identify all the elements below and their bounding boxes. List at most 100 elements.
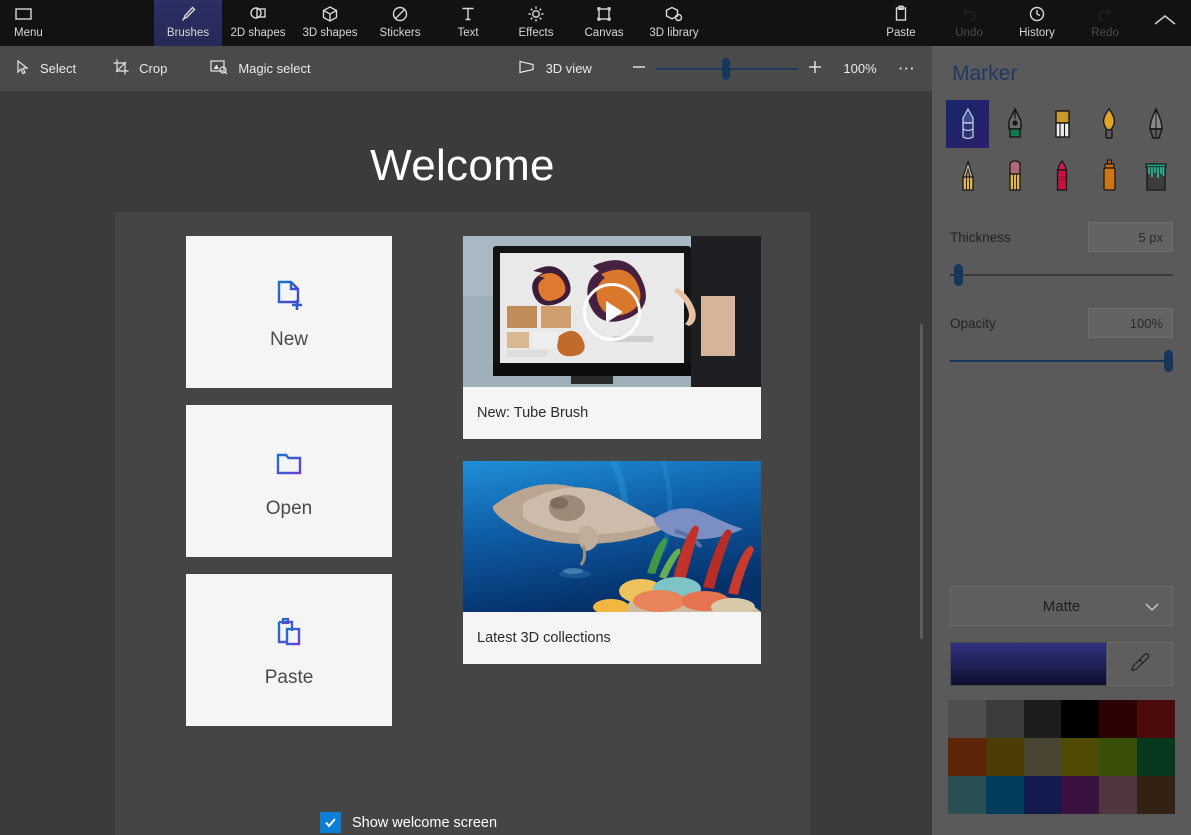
3d-view-icon: [517, 58, 537, 79]
brush-watercolor-brush[interactable]: [1134, 100, 1177, 148]
color-swatch[interactable]: [948, 700, 986, 738]
redo-button[interactable]: Redo: [1071, 0, 1139, 46]
play-button[interactable]: [583, 282, 641, 341]
chevron-down-icon: [1144, 600, 1160, 617]
opacity-slider-handle[interactable]: [1164, 350, 1173, 372]
color-swatch[interactable]: [948, 738, 986, 776]
undo-icon: [959, 3, 979, 25]
magic-select-tool[interactable]: Magic select: [197, 46, 322, 91]
zoom-percentage[interactable]: 100%: [832, 61, 888, 76]
tab-3d-shapes[interactable]: 3D shapes: [294, 0, 366, 46]
tab-effects[interactable]: Effects: [502, 0, 570, 46]
show-welcome-screen-row[interactable]: Show welcome screen: [320, 812, 497, 833]
welcome-columns: New Open Paste New: Tube Brush Latest 3D…: [115, 212, 810, 726]
tab-canvas[interactable]: Canvas: [570, 0, 638, 46]
ellipsis-icon[interactable]: ⋯: [888, 46, 926, 91]
2d-shapes-icon: [247, 3, 269, 25]
opacity-row: Opacity 100%: [932, 308, 1191, 338]
eyedropper-button[interactable]: [1107, 642, 1173, 686]
collapse-ribbon-button[interactable]: [1139, 0, 1191, 46]
thickness-slider-handle[interactable]: [954, 264, 963, 286]
play-triangle-icon: [606, 300, 623, 323]
color-swatch[interactable]: [1023, 738, 1062, 776]
tab-stickers[interactable]: Stickers: [366, 0, 434, 46]
paste-card-button[interactable]: Paste: [186, 574, 392, 726]
color-swatch[interactable]: [1061, 738, 1100, 776]
opacity-slider[interactable]: [950, 350, 1173, 372]
color-swatch[interactable]: [985, 776, 1024, 814]
color-swatch[interactable]: [1099, 776, 1138, 814]
tab-label: Text: [457, 27, 479, 39]
zoom-slider-handle[interactable]: [722, 58, 730, 80]
video-thumbnail[interactable]: [463, 236, 761, 387]
promo-card-video[interactable]: New: Tube Brush: [463, 236, 761, 439]
color-swatch[interactable]: [1023, 700, 1062, 738]
3d-shapes-icon: [320, 3, 340, 25]
swatch-row: [948, 776, 1175, 814]
magic-select-tool-label: Magic select: [238, 61, 311, 76]
show-welcome-checkbox[interactable]: [320, 812, 341, 833]
thickness-slider[interactable]: [950, 264, 1173, 286]
promo-card-3d-collections[interactable]: Latest 3D collections: [463, 461, 761, 664]
tool-properties-panel: Marker Thickness 5 px Opacity 100% Matte: [932, 46, 1191, 835]
tab-3d-library[interactable]: 3D library: [638, 0, 710, 46]
color-swatch[interactable]: [1061, 700, 1100, 738]
history-button[interactable]: History: [1003, 0, 1071, 46]
text-icon: [458, 3, 478, 25]
color-swatch[interactable]: [1099, 738, 1138, 776]
thickness-value[interactable]: 5 px: [1088, 222, 1173, 252]
tab-2d-shapes[interactable]: 2D shapes: [222, 0, 294, 46]
zoom-slider[interactable]: [656, 46, 798, 91]
check-icon: [325, 818, 336, 828]
open-button[interactable]: Open: [186, 405, 392, 557]
brush-crayon[interactable]: [1087, 152, 1130, 200]
brush-calligraphy-brush[interactable]: [1040, 100, 1083, 148]
brush-calligraphy-pen[interactable]: [993, 100, 1036, 148]
zoom-controls: 100% ⋯: [622, 46, 932, 91]
3d-view-tool[interactable]: 3D view: [505, 46, 604, 91]
panel-title: Marker: [952, 62, 1018, 85]
menu-button[interactable]: Menu: [0, 0, 58, 46]
brush-eraser[interactable]: [1040, 152, 1083, 200]
paste-button[interactable]: Paste: [867, 0, 935, 46]
show-welcome-label: Show welcome screen: [352, 814, 498, 831]
opacity-label: Opacity: [950, 315, 996, 331]
material-select[interactable]: Matte: [950, 586, 1173, 626]
color-swatch[interactable]: [948, 776, 986, 814]
zoom-out-button[interactable]: [622, 46, 656, 91]
canvas-vertical-scrollbar[interactable]: [920, 324, 923, 639]
current-color-swatch[interactable]: [950, 642, 1107, 686]
ribbon-actions: Paste Undo History Redo: [867, 0, 1191, 46]
brush-fill[interactable]: [1134, 152, 1177, 200]
brush-oil-brush[interactable]: [1087, 100, 1130, 148]
thickness-row: Thickness 5 px: [932, 222, 1191, 252]
brush-marker[interactable]: [946, 100, 989, 148]
action-label: Redo: [1091, 27, 1119, 39]
undo-button[interactable]: Undo: [935, 0, 1003, 46]
color-swatch[interactable]: [985, 700, 1024, 738]
color-swatch[interactable]: [1137, 700, 1175, 738]
tab-label: Canvas: [584, 27, 624, 39]
panel-spacer: [932, 372, 1191, 568]
new-button[interactable]: New: [186, 236, 392, 388]
color-swatches: [948, 700, 1175, 814]
tab-text[interactable]: Text: [434, 0, 502, 46]
color-swatch[interactable]: [1137, 738, 1175, 776]
select-tool[interactable]: Select: [0, 46, 88, 91]
color-swatch[interactable]: [1061, 776, 1100, 814]
brush-pixel-pen[interactable]: [946, 152, 989, 200]
color-swatch[interactable]: [985, 738, 1024, 776]
underwater-stingray-thumbnail[interactable]: [463, 461, 761, 612]
eraser-pencil-icon: [1008, 160, 1021, 191]
brush-pencil[interactable]: [993, 152, 1036, 200]
crop-tool[interactable]: Crop: [100, 46, 179, 91]
color-swatch[interactable]: [1137, 776, 1175, 814]
color-swatch[interactable]: [1023, 776, 1062, 814]
zoom-in-button[interactable]: [798, 46, 832, 91]
opacity-value[interactable]: 100%: [1088, 308, 1173, 338]
thickness-label: Thickness: [950, 229, 1011, 245]
tab-brushes[interactable]: Brushes: [154, 0, 222, 46]
page-title: Welcome: [370, 141, 555, 190]
color-swatch[interactable]: [1099, 700, 1138, 738]
crayon-icon: [1056, 159, 1067, 191]
